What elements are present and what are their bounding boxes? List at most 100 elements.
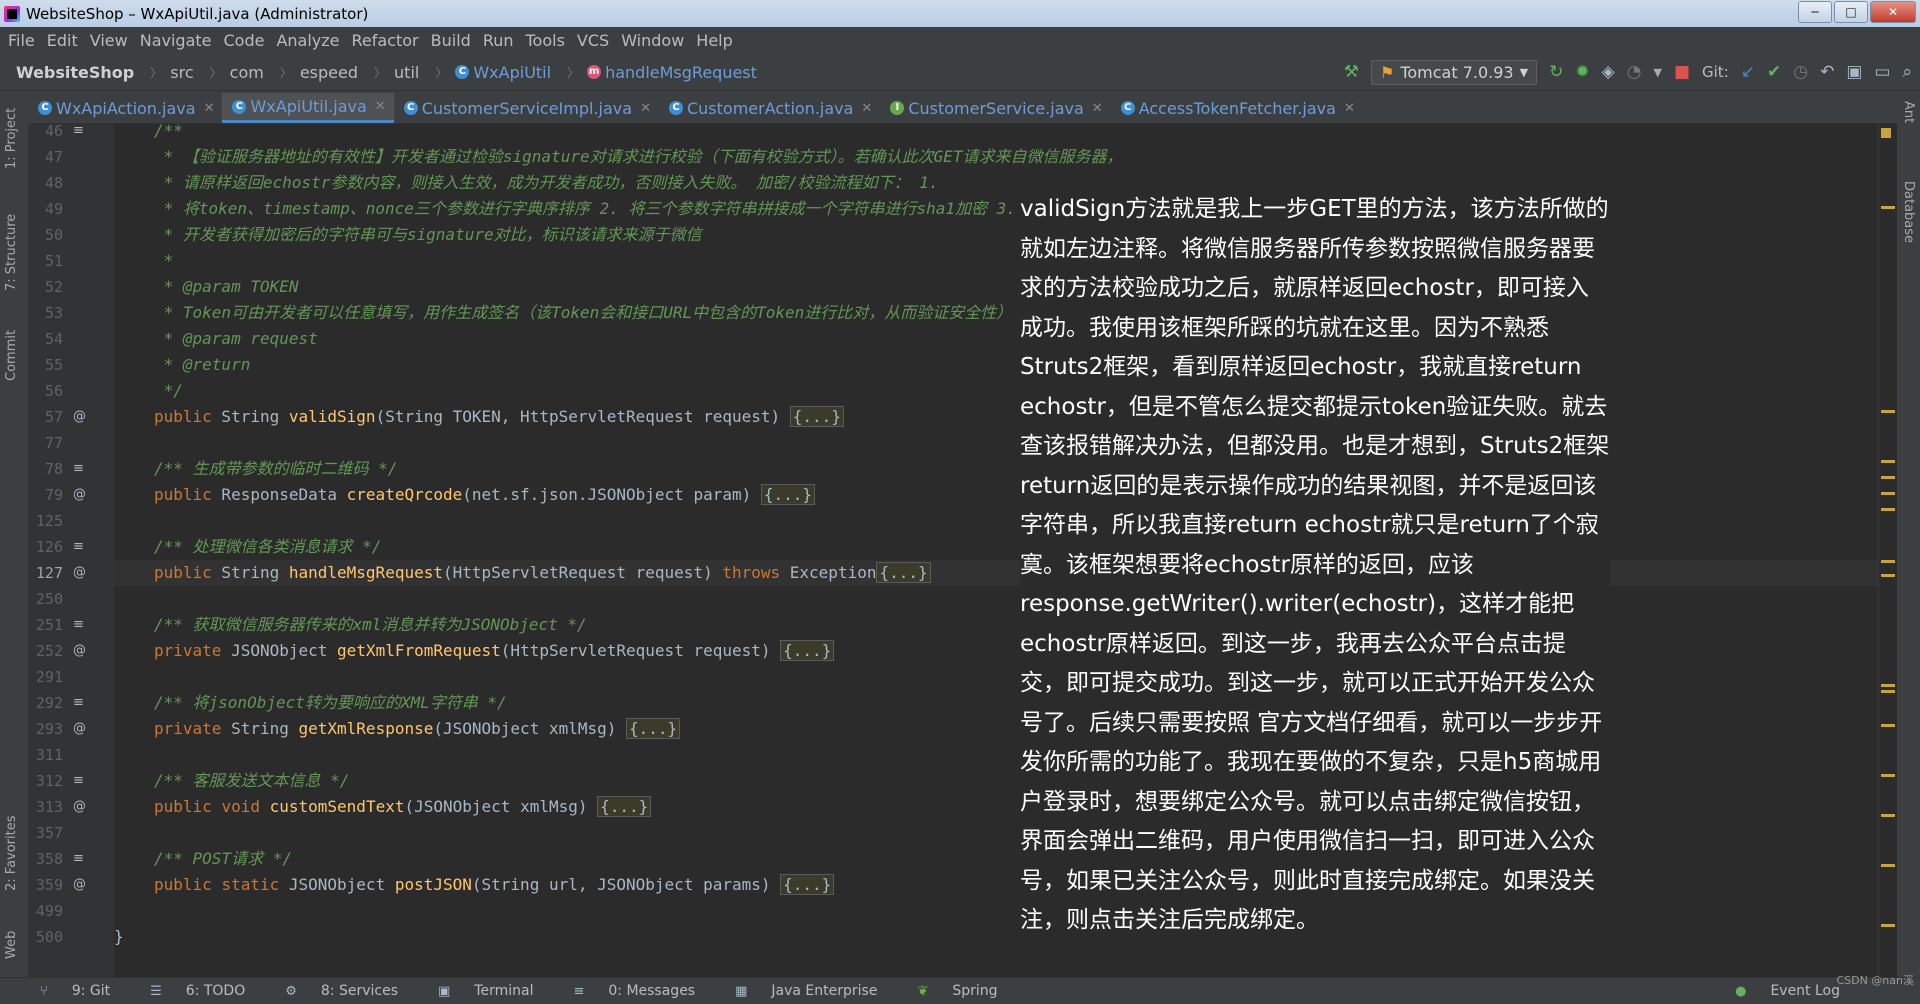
doc-toggle-icon[interactable]: ≡	[73, 768, 84, 794]
code-line[interactable]: public ResponseData createQrcode(net.sf.…	[114, 482, 1878, 508]
menu-code[interactable]: Code	[224, 31, 265, 50]
run-configuration-dropdown[interactable]: ⚑ Tomcat 7.0.93 ▼	[1370, 59, 1538, 85]
code-line[interactable]: * 开发者获得加密后的字符串可与signature对比，标识该请求来源于微信	[114, 222, 1878, 248]
override-marker-icon[interactable]: @	[73, 404, 86, 430]
tool-web[interactable]: Web	[4, 931, 19, 959]
tool-database[interactable]: Database	[1901, 181, 1916, 243]
status-terminal[interactable]: ▣ Terminal	[418, 983, 533, 999]
close-tab-icon[interactable]: ✕	[861, 101, 872, 116]
close-tab-icon[interactable]: ✕	[1344, 101, 1355, 116]
override-marker-icon[interactable]: @	[73, 872, 86, 898]
git-update-icon[interactable]: ↙	[1741, 62, 1755, 82]
code-line[interactable]: /** 生成带参数的临时二维码 */	[114, 456, 1878, 482]
breadcrumb-class[interactable]: C WxApiUtil	[455, 63, 551, 82]
menu-tools[interactable]: Tools	[526, 31, 565, 50]
code-line[interactable]: /**	[114, 124, 1878, 144]
code-line[interactable]: * 【验证服务器地址的有效性】开发者通过检验signature对请求进行校验（下…	[114, 144, 1878, 170]
tab-accesstokenfetcher[interactable]: C AccessTokenFetcher.java ✕	[1111, 93, 1363, 123]
override-marker-icon[interactable]: @	[73, 716, 86, 742]
code-line[interactable]: /** 将jsonObject转为要响应的XML字符串 */	[114, 690, 1878, 716]
code-line[interactable]: * @param TOKEN	[114, 274, 1878, 300]
code-line[interactable]: private JSONObject getXmlFromRequest(Htt…	[114, 638, 1878, 664]
tab-customeraction[interactable]: C CustomerAction.java ✕	[659, 93, 880, 123]
close-tab-icon[interactable]: ✕	[1092, 101, 1103, 116]
code-line[interactable]: */	[114, 378, 1878, 404]
tool-project[interactable]: 1: Project	[4, 108, 19, 169]
build-hammer-icon[interactable]: ⚒	[1344, 62, 1359, 82]
code-line[interactable]	[114, 820, 1878, 846]
code-line[interactable]: * Token可由开发者可以任意填写，用作生成签名（该Token会和接口URL中…	[114, 300, 1878, 326]
override-marker-icon[interactable]: @	[73, 482, 86, 508]
breadcrumb-espeed[interactable]: espeed	[300, 63, 358, 82]
menu-help[interactable]: Help	[696, 31, 732, 50]
menu-edit[interactable]: Edit	[47, 31, 78, 50]
breadcrumb-project[interactable]: WebsiteShop	[16, 63, 134, 82]
doc-toggle-icon[interactable]: ≡	[73, 690, 84, 716]
menu-view[interactable]: View	[90, 31, 128, 50]
status-todo[interactable]: ☰ 6: TODO	[130, 983, 245, 999]
menu-vcs[interactable]: VCS	[577, 31, 609, 50]
stop-icon[interactable]: ■	[1674, 62, 1690, 82]
close-tab-icon[interactable]: ✕	[375, 99, 386, 114]
code-editor[interactable]: /** * 【验证服务器地址的有效性】开发者通过检验signature对请求进行…	[114, 124, 1878, 977]
code-line[interactable]: public void customSendText(JSONObject xm…	[114, 794, 1878, 820]
doc-toggle-icon[interactable]: ≡	[73, 612, 84, 638]
breadcrumb-src[interactable]: src	[170, 63, 193, 82]
code-line[interactable]	[114, 742, 1878, 768]
code-line[interactable]: }	[114, 924, 1878, 950]
coverage-icon[interactable]: ◈	[1602, 62, 1615, 82]
tab-customerserviceimpl[interactable]: C CustomerServiceImpl.java ✕	[394, 93, 659, 123]
doc-toggle-icon[interactable]: ≡	[73, 534, 84, 560]
close-tab-icon[interactable]: ✕	[204, 101, 215, 116]
status-messages[interactable]: ≡ 0: Messages	[553, 983, 695, 999]
profile-icon[interactable]: ◔	[1627, 62, 1642, 82]
code-line[interactable]	[114, 586, 1878, 612]
editor-scrollbar[interactable]	[1878, 124, 1897, 977]
code-line[interactable]	[114, 664, 1878, 690]
rerun-icon[interactable]: ↻	[1549, 62, 1563, 82]
doc-toggle-icon[interactable]: ≡	[73, 118, 84, 144]
code-line[interactable]: public static JSONObject postJSON(String…	[114, 872, 1878, 898]
tab-wxapiutil[interactable]: C WxApiUtil.java ✕	[222, 93, 394, 123]
code-line[interactable]	[114, 430, 1878, 456]
override-marker-icon[interactable]: @	[73, 794, 86, 820]
menu-build[interactable]: Build	[431, 31, 471, 50]
doc-toggle-icon[interactable]: ≡	[73, 846, 84, 872]
tool-structure[interactable]: 7: Structure	[4, 214, 19, 291]
close-button[interactable]: ✕	[1870, 1, 1916, 23]
tool-commit[interactable]: Commit	[4, 330, 19, 381]
rollback-icon[interactable]: ↶	[1820, 62, 1834, 82]
code-line[interactable]: * @return	[114, 352, 1878, 378]
layout-icon[interactable]: ▭	[1874, 62, 1890, 82]
status-services[interactable]: ⚙ 8: Services	[265, 983, 398, 999]
breadcrumb-com[interactable]: com	[230, 63, 264, 82]
menu-window[interactable]: Window	[621, 31, 684, 50]
status-git[interactable]: ⑂ 9: Git	[20, 983, 110, 999]
tab-customerservice[interactable]: I CustomerService.java ✕	[880, 93, 1110, 123]
code-line[interactable]: /** 处理微信各类消息请求 */	[114, 534, 1878, 560]
git-history-icon[interactable]: ◷	[1793, 62, 1808, 82]
code-line[interactable]: * 请原样返回echostr参数内容，则接入生效，成为开发者成功，否则接入失败。…	[114, 170, 1878, 196]
code-line[interactable]: * @param request	[114, 326, 1878, 352]
tool-favorites[interactable]: 2: Favorites	[4, 815, 19, 891]
code-line[interactable]	[114, 508, 1878, 534]
project-structure-icon[interactable]: ▣	[1846, 62, 1862, 82]
code-line[interactable]: public String handleMsgRequest(HttpServl…	[114, 560, 1878, 586]
menu-refactor[interactable]: Refactor	[352, 31, 419, 50]
git-commit-icon[interactable]: ✔	[1767, 62, 1781, 82]
breadcrumb-util[interactable]: util	[394, 63, 419, 82]
breadcrumb-method[interactable]: m handleMsgRequest	[587, 63, 757, 82]
minimize-button[interactable]: ─	[1798, 1, 1832, 23]
doc-toggle-icon[interactable]: ≡	[73, 456, 84, 482]
menu-file[interactable]: File	[8, 31, 35, 50]
code-line[interactable]	[114, 898, 1878, 924]
close-tab-icon[interactable]: ✕	[640, 101, 651, 116]
code-line[interactable]: * 将token、timestamp、nonce三个参数进行字典序排序 2. 将…	[114, 196, 1878, 222]
code-line[interactable]: /** 获取微信服务器传来的xml消息并转为JSONObject */	[114, 612, 1878, 638]
code-line[interactable]: /** POST请求 */	[114, 846, 1878, 872]
debug-icon[interactable]: ✹	[1575, 62, 1589, 82]
menu-run[interactable]: Run	[483, 31, 514, 50]
menu-analyze[interactable]: Analyze	[276, 31, 339, 50]
maximize-button[interactable]: □	[1834, 1, 1868, 23]
status-event-log[interactable]: ● Event Log	[1715, 983, 1840, 999]
